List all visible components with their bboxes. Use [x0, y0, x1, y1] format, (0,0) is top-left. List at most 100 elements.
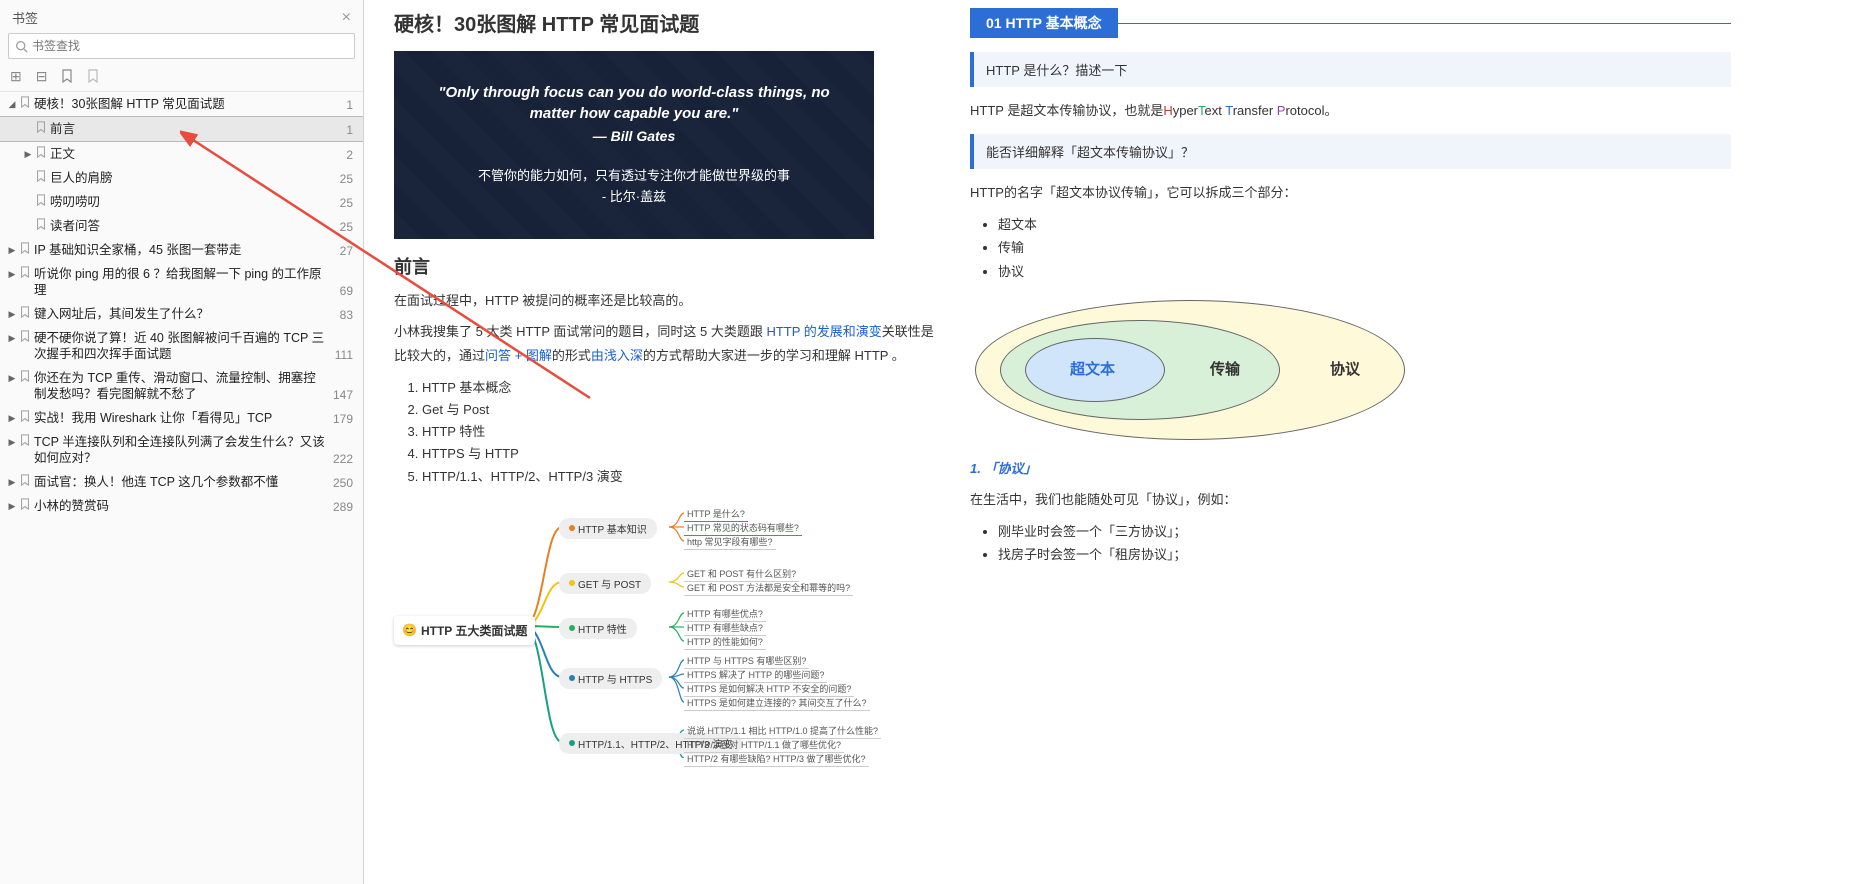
tree-page-number: 1: [346, 123, 353, 137]
tree-page-number: 289: [333, 500, 353, 514]
sidebar-title: 书签: [12, 8, 38, 27]
tree-label: 硬核！30张图解 HTTP 常见面试题: [34, 96, 340, 112]
tree-row[interactable]: ▶ 小林的赞赏码 289: [0, 494, 363, 518]
list-item: 超文本: [998, 213, 1731, 236]
tree-page-number: 147: [333, 388, 353, 402]
tree-label: 实战！我用 Wireshark 让你「看得见」TCP: [34, 410, 327, 426]
tree-row[interactable]: 前言 1: [0, 116, 363, 142]
chevron-icon[interactable]: ▶: [6, 410, 18, 426]
tree-row[interactable]: ▶正文2: [0, 142, 363, 166]
mindmap-leaf: HTTPS 是如何建立连接的? 其间交互了什么?: [684, 695, 870, 711]
answer-list-1: 超文本传输协议: [970, 213, 1731, 283]
bookmark-ribbon-icon: [36, 194, 46, 206]
tree-label: 硬不硬你说了算！近 40 张图解被问千百遍的 TCP 三次握手和四次挥手面试题: [34, 330, 329, 362]
bookmark-outline-icon[interactable]: [87, 69, 99, 85]
tree-label: 小林的赞赏码: [34, 498, 327, 514]
preface-para-2: 小林我搜集了 5 大类 HTTP 面试常问的题目，同时这 5 大类题跟 HTTP…: [394, 320, 934, 367]
chevron-icon[interactable]: ▶: [6, 266, 18, 282]
tree-row[interactable]: ▶ 硬不硬你说了算！近 40 张图解被问千百遍的 TCP 三次握手和四次挥手面试题…: [0, 326, 363, 366]
mindmap-branch: HTTP 特性: [559, 618, 637, 639]
bookmark-ribbon-icon: [36, 146, 46, 158]
tree-row[interactable]: ▶ 实战！我用 Wireshark 让你「看得见」TCP 179: [0, 406, 363, 430]
bookmark-icon[interactable]: [61, 69, 73, 85]
article-title: 硬核！30张图解 HTTP 常见面试题: [394, 8, 934, 37]
answer-list-2: 刚毕业时会签一个「三方协议」；找房子时会签一个「租房协议」；: [970, 520, 1731, 567]
list-item: HTTPS 与 HTTP: [422, 443, 934, 465]
mindmap-leaf: HTTP 的性能如何?: [684, 634, 766, 650]
tree-page-number: 179: [333, 412, 353, 426]
tree-page-number: 27: [340, 244, 353, 258]
tree-page-number: 69: [340, 284, 353, 298]
tree-label: 读者问答: [50, 218, 334, 234]
list-item: HTTP 特性: [422, 421, 934, 443]
mindmap-branch: HTTP 与 HTTPS: [559, 668, 662, 689]
bookmark-ribbon-icon: [20, 96, 30, 108]
article-column-left: 硬核！30张图解 HTTP 常见面试题 "Only through focus …: [364, 0, 964, 884]
tree-label: 听说你 ping 用的很 6 ？给我图解一下 ping 的工作原理: [34, 266, 334, 298]
bookmark-ribbon-icon: [20, 474, 30, 486]
tree-row[interactable]: ▶ 听说你 ping 用的很 6 ？给我图解一下 ping 的工作原理 69: [0, 262, 363, 302]
banner-label: 01 HTTP 基本概念: [970, 8, 1118, 38]
list-item: HTTP 基本概念: [422, 377, 934, 399]
search-input[interactable]: [32, 39, 348, 53]
tree-label: TCP 半连接队列和全连接队列满了会发生什么？又该如何应对？: [34, 434, 327, 466]
tree-label: IP 基础知识全家桶，45 张图一套带走: [34, 242, 334, 258]
search-box[interactable]: [8, 33, 355, 59]
list-item: 传输: [998, 236, 1731, 259]
tree-row[interactable]: ▶键入网址后，其间发生了什么？83: [0, 302, 363, 326]
mindmap-leaf: http 常见字段有哪些?: [684, 534, 776, 550]
sidebar-header: 书签 ×: [0, 0, 363, 33]
tree-row[interactable]: 唠叨唠叨25: [0, 190, 363, 214]
chevron-icon[interactable]: ▶: [6, 434, 18, 450]
chevron-icon[interactable]: ▶: [6, 330, 18, 346]
list-item: 找房子时会签一个「租房协议」；: [998, 543, 1731, 566]
mindmap-branch: GET 与 POST: [559, 573, 651, 594]
tree-label: 你还在为 TCP 重传、滑动窗口、流量控制、拥塞控制发愁吗？看完图解就不愁了: [34, 370, 327, 402]
tree-row[interactable]: 巨人的肩膀25: [0, 166, 363, 190]
list-item: 刚毕业时会签一个「三方协议」；: [998, 520, 1731, 543]
tree-page-number: 25: [340, 172, 353, 186]
tree-row[interactable]: ▶ IP 基础知识全家桶，45 张图一套带走 27: [0, 238, 363, 262]
list-item: 协议: [998, 260, 1731, 283]
venn-diagram: 超文本 传输 协议: [970, 295, 1410, 445]
quote-chinese: 不管你的能力如何，只有透过专注你才能做世界级的事 - 比尔·盖兹: [478, 166, 790, 208]
mindmap-root: 😊HTTP 五大类面试题: [394, 616, 535, 645]
chevron-icon[interactable]: ▶: [6, 242, 18, 258]
tree-page-number: 83: [340, 308, 353, 322]
tree-label: 面试官：换人！他连 TCP 这几个参数都不懂: [34, 474, 327, 490]
hero-quote-image: "Only through focus can you do world-cla…: [394, 51, 874, 239]
quote-english: "Only through focus can you do world-cla…: [424, 82, 844, 124]
chevron-icon[interactable]: ▶: [22, 146, 34, 162]
bookmark-ribbon-icon: [36, 218, 46, 230]
chevron-icon[interactable]: ▶: [6, 474, 18, 490]
bookmark-ribbon-icon: [20, 266, 30, 278]
tree-row[interactable]: ▶ 你还在为 TCP 重传、滑动窗口、流量控制、拥塞控制发愁吗？看完图解就不愁了 1…: [0, 366, 363, 406]
chevron-icon[interactable]: ▶: [6, 306, 18, 322]
subheading-1: 1. 「协议」: [970, 457, 1731, 480]
bookmark-tree[interactable]: ◢硬核！30张图解 HTTP 常见面试题1前言1▶正文2巨人的肩膀25唠叨唠叨2…: [0, 92, 363, 884]
chevron-icon[interactable]: ◢: [6, 96, 18, 112]
preface-para-1: 在面试过程中，HTTP 被提问的概率还是比较高的。: [394, 289, 934, 312]
search-icon: [15, 40, 28, 53]
tree-row[interactable]: ▶面试官：换人！他连 TCP 这几个参数都不懂250: [0, 470, 363, 494]
bookmark-ribbon-icon: [20, 410, 30, 422]
close-icon[interactable]: ×: [342, 9, 351, 27]
preface-heading: 前言: [394, 253, 934, 279]
tree-label: 前言: [50, 121, 340, 137]
bookmark-ribbon-icon: [20, 498, 30, 510]
banner-line: [1118, 23, 1731, 24]
toolbar-icon-1[interactable]: ⊞: [10, 69, 22, 85]
preface-ordered-list: HTTP 基本概念Get 与 PostHTTP 特性HTTPS 与 HTTPHT…: [394, 377, 934, 487]
chevron-icon[interactable]: ▶: [6, 498, 18, 514]
venn-label-1: 超文本: [1070, 358, 1115, 379]
section-banner: 01 HTTP 基本概念: [970, 8, 1731, 38]
tree-row[interactable]: ◢硬核！30张图解 HTTP 常见面试题1: [0, 92, 363, 116]
list-item: Get 与 Post: [422, 399, 934, 421]
tree-label: 唠叨唠叨: [50, 194, 334, 210]
bookmark-ribbon-icon: [20, 434, 30, 446]
chevron-icon[interactable]: ▶: [6, 370, 18, 386]
tree-row[interactable]: ▶TCP 半连接队列和全连接队列满了会发生什么？又该如何应对？222: [0, 430, 363, 470]
toolbar-icon-2[interactable]: ⊟: [36, 69, 48, 85]
question-block-1: HTTP 是什么？描述一下: [970, 52, 1731, 87]
tree-row[interactable]: 读者问答25: [0, 214, 363, 238]
